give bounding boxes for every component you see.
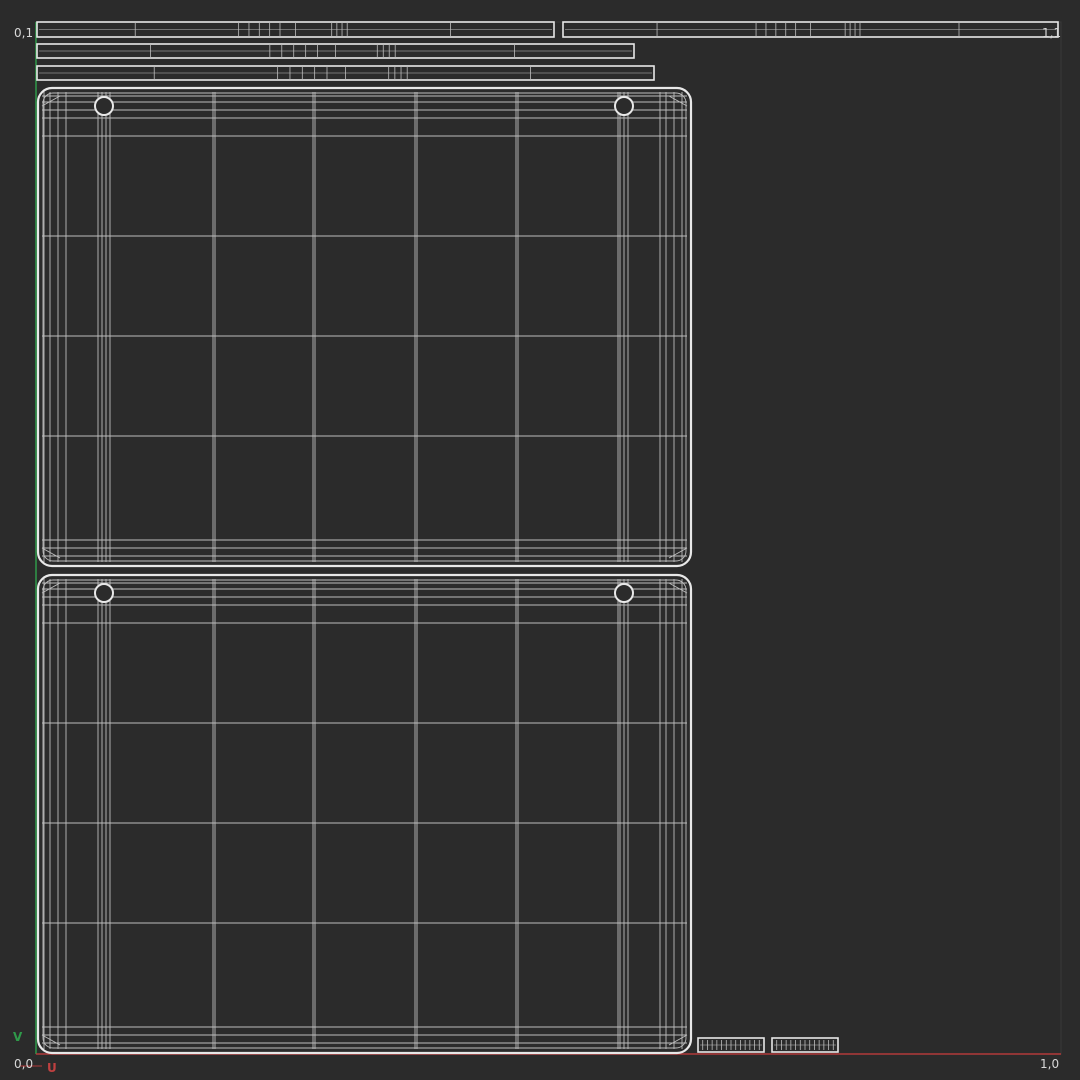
uv-panel-top-bevel [42,92,687,562]
uv-editor-viewport[interactable]: 0,1 1,1 0,0 1,0 V U [0,0,1080,1080]
uv-panel-top-hole-right [614,96,634,116]
uv-panel-bottom-hole-left [94,583,114,603]
uv-space-border [35,21,1062,1055]
label-bottom-right: 1,0 [1040,1057,1060,1071]
label-top-right: 1,1 [1042,26,1062,40]
uv-panel-bottom-hole-right [614,583,634,603]
uv-panel-bottom-bevel [42,579,687,1049]
u-axis-label: U [47,1061,57,1075]
v-axis-label: V [13,1030,23,1044]
uv-panel-top-outline [36,86,693,568]
uv-canvas[interactable] [0,0,1080,1080]
uv-panel-bottom-outline [36,573,693,1055]
uv-panel-top-hole-left [94,96,114,116]
label-top-left: 0,1 [14,26,34,40]
label-bottom-left: 0,0 [14,1057,34,1071]
